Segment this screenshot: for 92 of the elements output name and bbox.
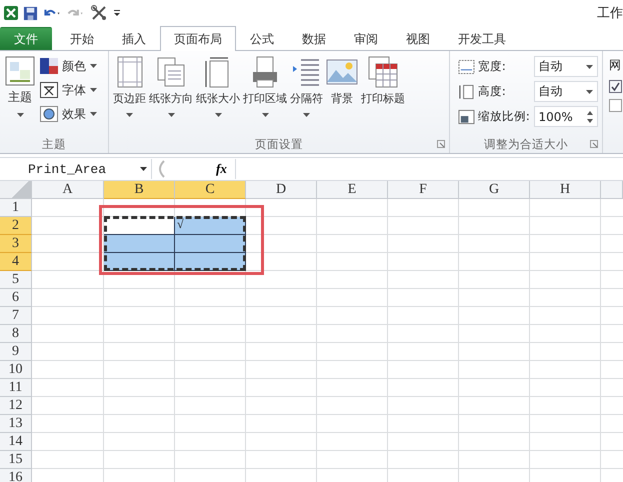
excel-logo-icon[interactable] <box>3 5 19 21</box>
insert-function-button[interactable]: fx <box>210 161 233 177</box>
page-setup-button[interactable]: 纸张大小 <box>196 54 240 130</box>
caret-icon <box>168 113 174 117</box>
group-heading: 网 <box>609 57 622 74</box>
table-cell[interactable] <box>175 235 246 253</box>
caret-icon <box>586 64 593 68</box>
page-setup-button[interactable]: 打印标题 <box>361 54 405 130</box>
size-dropdown[interactable]: 自动 <box>534 81 598 102</box>
page-setup-button[interactable]: 打印区域 <box>243 54 287 130</box>
caret-icon <box>90 112 97 116</box>
row-header[interactable]: 10 <box>0 361 32 379</box>
table-pages-icon <box>367 56 399 88</box>
column-header[interactable]: D <box>246 181 317 199</box>
column-header[interactable]: A <box>32 181 104 199</box>
page-setup-button[interactable]: 分隔符 <box>290 54 323 130</box>
column-header[interactable]: H <box>530 181 601 199</box>
row-header[interactable]: 16 <box>0 469 32 482</box>
row-header[interactable]: 6 <box>0 289 32 307</box>
caret-icon <box>214 113 222 117</box>
row-header[interactable]: 1 <box>0 199 32 217</box>
effects-icon <box>40 106 58 122</box>
group-label: 调整为合适大小 <box>484 136 568 152</box>
ribbon-tab[interactable]: 公式 <box>236 27 288 50</box>
row-header[interactable]: 9 <box>0 343 32 361</box>
table-cell[interactable] <box>104 235 175 253</box>
row-header[interactable]: 14 <box>0 433 32 451</box>
row-header[interactable]: 7 <box>0 307 32 325</box>
height-icon <box>458 84 475 100</box>
column-header[interactable]: G <box>459 181 530 199</box>
row-header[interactable]: 13 <box>0 415 32 433</box>
page-setup-button[interactable]: 背景 <box>326 54 358 130</box>
caret-icon <box>140 167 147 171</box>
row-header[interactable]: 2 <box>0 217 32 235</box>
ribbon-tab[interactable]: 开始 <box>56 27 108 50</box>
caret-icon <box>586 90 593 94</box>
scale-spinner[interactable]: 100% <box>534 106 598 127</box>
select-all-corner[interactable] <box>0 181 32 199</box>
page-setup-button[interactable]: 页边距 <box>113 54 146 130</box>
dialog-launcher-icon[interactable] <box>590 140 598 148</box>
ribbon-tab[interactable]: 插入 <box>108 27 160 50</box>
column-header[interactable]: E <box>317 181 388 199</box>
caret-icon <box>16 113 24 117</box>
row-header[interactable]: 5 <box>0 271 32 289</box>
field-label: 缩放比例: <box>478 109 531 124</box>
ribbon-tab[interactable]: 页面布局 <box>160 26 236 51</box>
ribbon-tab[interactable]: 数据 <box>288 27 340 50</box>
row-header[interactable]: 12 <box>0 397 32 415</box>
column-header[interactable] <box>601 181 623 199</box>
column-header[interactable]: C <box>175 181 246 199</box>
save-icon[interactable] <box>23 6 38 20</box>
caret-icon <box>303 113 310 117</box>
page-setup-button[interactable]: 纸张方向 <box>149 54 193 130</box>
field-label: 高度: <box>478 84 507 99</box>
caret-icon <box>90 64 97 68</box>
theme-option-button[interactable]: 效果 <box>40 104 97 124</box>
theme-icon <box>5 56 35 86</box>
checkbox[interactable] <box>609 99 622 112</box>
group-label: 页面设置 <box>255 136 303 152</box>
font-icon <box>40 82 58 98</box>
ribbon-tab[interactable]: 视图 <box>392 27 444 50</box>
tools-icon[interactable] <box>90 4 108 22</box>
window-title: 工作 <box>597 5 623 22</box>
caret-icon <box>262 113 268 117</box>
dialog-launcher-icon[interactable] <box>437 140 445 148</box>
size-dropdown[interactable]: 自动 <box>534 56 598 77</box>
row-header[interactable]: 8 <box>0 325 32 343</box>
name-box[interactable]: Print_Area <box>0 159 152 179</box>
table-cell[interactable] <box>104 217 175 235</box>
column-header[interactable]: F <box>388 181 459 199</box>
ribbon-tab[interactable]: 开发工具 <box>444 27 520 50</box>
theme-option-button[interactable]: 字体 <box>40 80 97 100</box>
row-header[interactable]: 11 <box>0 379 32 397</box>
row-header[interactable]: 4 <box>0 253 32 271</box>
width-icon <box>458 58 475 74</box>
table-cell[interactable]: √ <box>175 217 246 235</box>
spin-arrows-icon[interactable] <box>587 110 593 122</box>
caret-icon <box>126 113 133 117</box>
checkbox[interactable] <box>609 80 622 93</box>
row-header[interactable]: 15 <box>0 451 32 469</box>
pages-icon <box>155 56 187 88</box>
color-swatch-icon <box>40 58 58 74</box>
group-label: 主题 <box>41 136 67 152</box>
field-label: 宽度: <box>478 59 507 74</box>
row-header[interactable]: 3 <box>0 235 32 253</box>
ribbon-tab[interactable]: 审阅 <box>340 27 392 50</box>
ribbon-tab[interactable]: 文件 <box>0 27 52 50</box>
column-header[interactable]: B <box>104 181 175 199</box>
caret-icon <box>90 88 97 92</box>
theme-option-button[interactable]: 颜色 <box>40 56 97 76</box>
scale-icon <box>458 108 475 124</box>
themes-button[interactable]: 主题 <box>0 54 40 130</box>
